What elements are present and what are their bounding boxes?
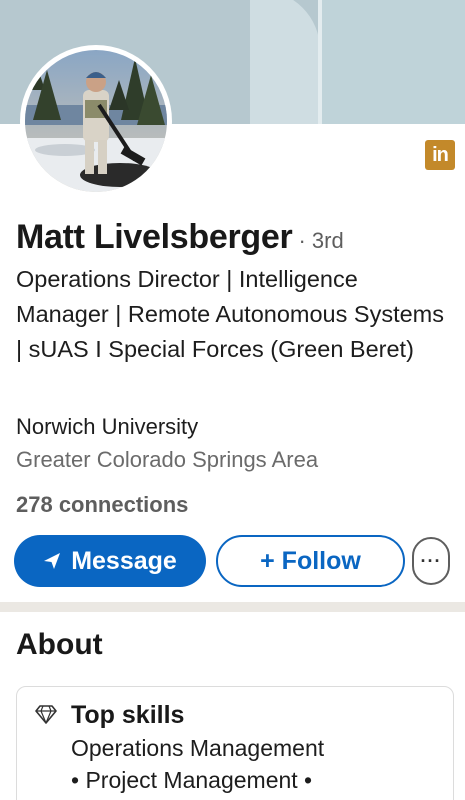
message-button[interactable]: Message — [14, 535, 206, 587]
banner-shape — [322, 0, 465, 124]
send-arrow-icon — [44, 553, 61, 569]
profile-photo — [25, 50, 167, 192]
connections-count[interactable]: 278 connections — [16, 492, 188, 518]
profile-name: Matt Livelsberger — [16, 218, 293, 256]
about-heading: About — [16, 628, 103, 661]
skills-list-line: Operations Management — [71, 735, 325, 761]
diamond-icon — [35, 705, 57, 724]
banner-shape — [250, 0, 320, 124]
more-icon: ··· — [420, 550, 442, 571]
profile-location: Greater Colorado Springs Area — [16, 447, 319, 472]
profile-school[interactable]: Norwich University — [16, 414, 198, 440]
follow-button[interactable]: + Follow — [216, 535, 405, 587]
top-skills-title: Top skills — [71, 701, 185, 729]
section-divider — [0, 602, 465, 612]
profile-headline: Operations Director | Intelligence Manag… — [16, 266, 445, 362]
top-skills-card[interactable]: Top skills Operations Management • Proje… — [16, 686, 454, 800]
connection-degree: · 3rd — [298, 228, 344, 253]
follow-button-label: + Follow — [260, 546, 361, 575]
more-options-button[interactable]: ··· — [412, 537, 450, 585]
message-button-label: Message — [71, 546, 177, 575]
linkedin-icon[interactable]: in — [425, 140, 455, 170]
avatar[interactable] — [20, 45, 172, 197]
name-row: Matt Livelsberger · 3rd — [16, 218, 456, 257]
skills-list-line: • Project Management • — [71, 767, 313, 793]
profile-photo-image — [25, 50, 167, 192]
